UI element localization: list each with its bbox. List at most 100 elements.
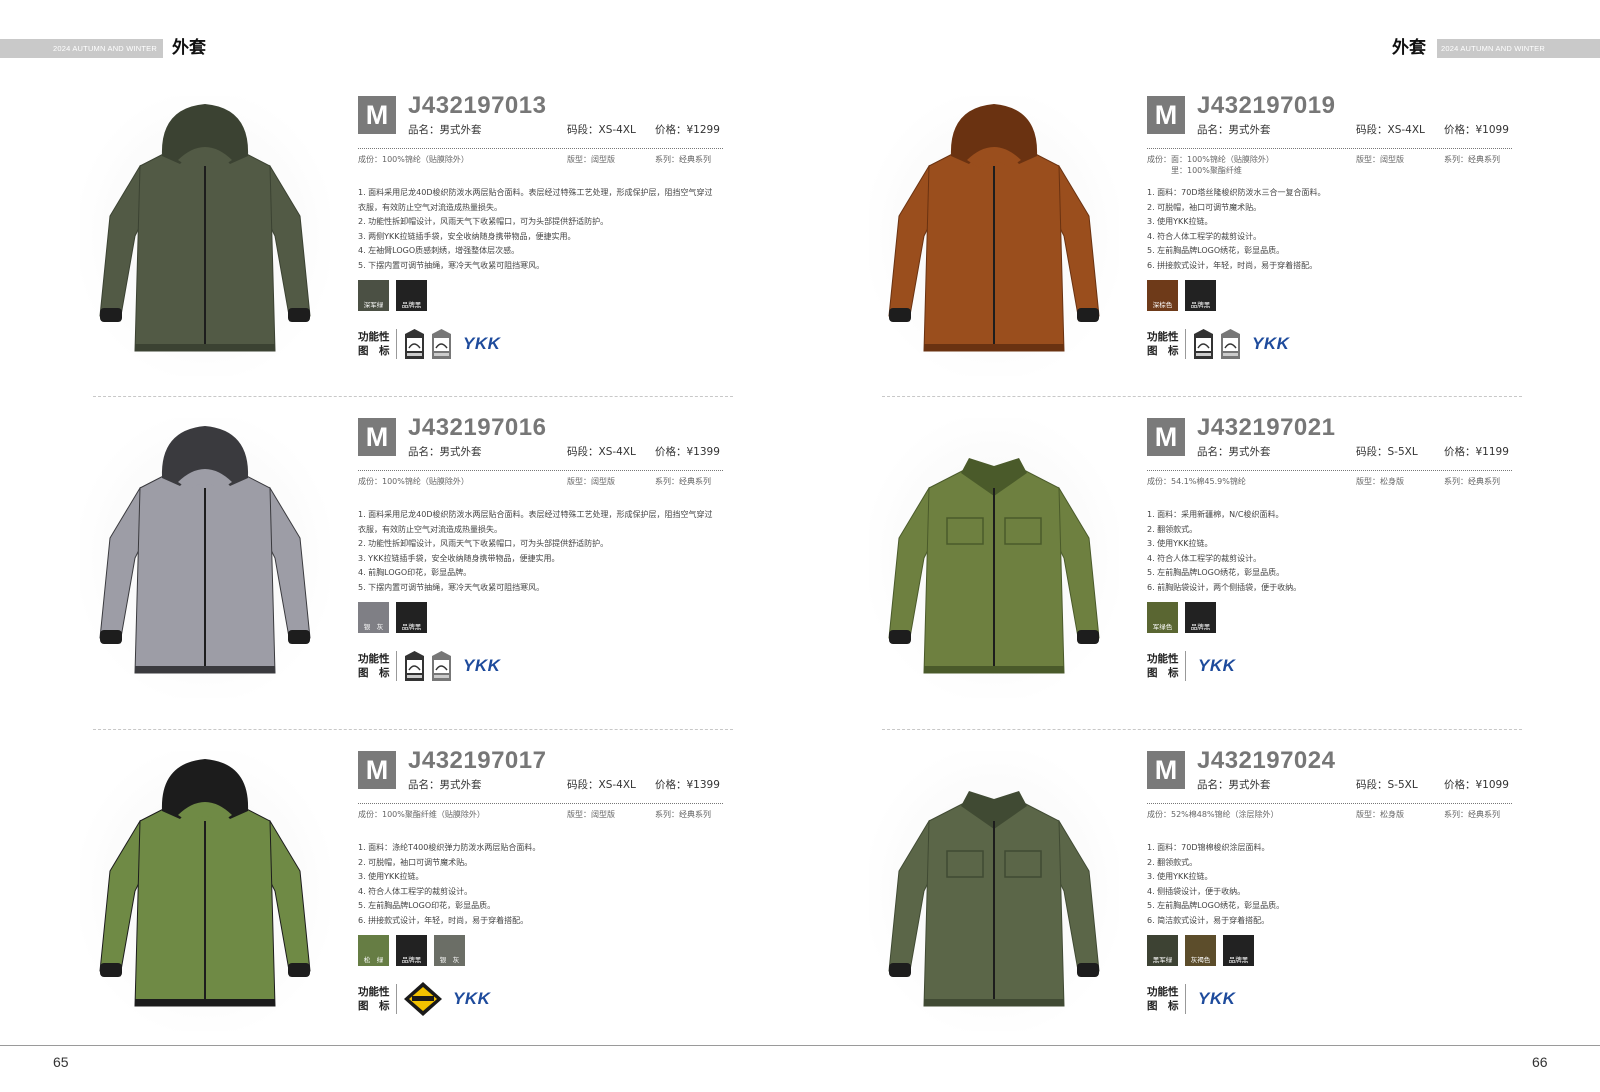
size-range: 码段：S-5XL xyxy=(1356,779,1418,791)
feature-item: 4. 符合人体工程学的裁剪设计。 xyxy=(1147,231,1262,241)
product-divider xyxy=(93,729,733,730)
feature-item: 2. 翻领款式。 xyxy=(1147,857,1198,867)
function-icons-row: 功能性图 标 YKK xyxy=(358,326,500,362)
function-icons-row: 功能性图 标 YKK xyxy=(1147,648,1235,684)
product-photo[interactable] xyxy=(80,418,330,698)
product-price: 价格：¥1399 xyxy=(655,779,720,791)
color-swatch[interactable]: 松 绿 xyxy=(358,935,389,966)
feature-item: 2. 功能性拆卸帽设计，风雨天气下收紧帽口，可为头部提供舒适防护。 xyxy=(358,539,609,548)
windproof-tag-icon xyxy=(1192,328,1215,360)
product-divider xyxy=(882,396,1522,397)
color-swatch[interactable]: 品牌黑 xyxy=(1185,602,1216,633)
catalog-page-right: 外套 2024 AUTUMN AND WINTER M J432197019 品名：… xyxy=(800,0,1600,1092)
spec-divider xyxy=(358,470,723,471)
size-range: 码段：XS-4XL xyxy=(567,124,636,136)
ykk-logo: YKK xyxy=(453,989,491,1008)
product-code: J432197013 xyxy=(408,92,547,119)
function-label-line: 图 标 xyxy=(1147,1000,1179,1012)
color-swatch[interactable]: 品牌黑 xyxy=(1223,935,1254,966)
windproof-tag-icon xyxy=(403,650,426,682)
product-photo[interactable] xyxy=(80,96,330,376)
feature-item: 2. 功能性拆卸帽设计，风雨天气下收紧帽口，可为头部提供舒适防护。 xyxy=(358,217,609,226)
product-price: 价格：¥1399 xyxy=(655,446,720,458)
color-swatch[interactable]: 灰褐色 xyxy=(1185,935,1216,966)
product-price: 价格：¥1199 xyxy=(1444,446,1509,458)
size-range: 码段：S-5XL xyxy=(1356,446,1418,458)
color-swatch[interactable]: 军绿色 xyxy=(1147,602,1178,633)
color-swatch[interactable]: 黑军绿 xyxy=(1147,935,1178,966)
ykk-logo: YKK xyxy=(1198,656,1236,675)
color-swatch[interactable]: 品牌黑 xyxy=(396,935,427,966)
feature-list: 1. 面料：70D锦棉梭织涂层面料。 2. 翻领款式。 3. 使用YKK拉链。 4. … xyxy=(1147,841,1517,928)
composition: 成份：100%锦纶（贴膜除外） xyxy=(358,476,469,487)
color-swatch[interactable]: 深棕色 xyxy=(1147,280,1178,311)
color-swatch[interactable]: 深军绿 xyxy=(358,280,389,311)
gender-badge: M xyxy=(1147,418,1185,456)
composition: 成份：100%聚酯纤维（贴膜除外） xyxy=(358,809,485,820)
product-name: 品名：男式外套 xyxy=(408,124,482,136)
composition-line: 成份：100%聚酯纤维（贴膜除外） xyxy=(358,810,485,819)
feature-list: 1. 面料采用尼龙40D梭织防泼水两层贴合面料。表层经过特殊工艺处理，形成保护层… xyxy=(358,508,728,595)
feature-item: 1. 面料：70D锦棉梭织涂层面料。 xyxy=(1147,843,1270,852)
feature-item: 4. 前胸LOGO印花，彰显品牌。 xyxy=(358,568,472,577)
product-price: 价格：¥1299 xyxy=(655,124,720,136)
function-label-line: 功能性 xyxy=(358,331,390,343)
feature-list: 1. 面料采用尼龙40D梭织防泼水两层贴合面料。表层经过特殊工艺处理，形成保护层… xyxy=(358,186,728,273)
function-icons: YKK xyxy=(396,329,500,359)
function-label: 功能性图 标 xyxy=(358,985,396,1013)
product-divider xyxy=(93,396,733,397)
feature-item: 4. 符合人体工程学的裁剪设计。 xyxy=(1147,553,1262,563)
product-photo[interactable] xyxy=(869,418,1119,698)
footer-rule xyxy=(800,1045,1600,1046)
function-icons: YKK xyxy=(1185,651,1235,681)
gender-badge: M xyxy=(1147,96,1185,134)
product-name: 品名：男式外套 xyxy=(408,446,482,458)
feature-item: 3. 使用YKK拉链。 xyxy=(1147,217,1213,226)
feature-item: 1. 面料采用尼龙40D梭织防泼水两层贴合面料。表层经过特殊工艺处理，形成保护层… xyxy=(358,188,713,197)
feature-item: 1. 面料：采用新疆棉，N/C梭织面料。 xyxy=(1147,510,1284,519)
spec-divider xyxy=(358,148,723,149)
footer-rule xyxy=(0,1045,800,1046)
function-label-line: 功能性 xyxy=(1147,986,1179,998)
gender-badge: M xyxy=(358,418,396,456)
feature-item: 1. 面料：涤纶T400梭织弹力防泼水两层贴合面料。 xyxy=(358,843,541,852)
season-band: 2024 AUTUMN AND WINTER xyxy=(1437,39,1600,58)
product-photo[interactable] xyxy=(869,96,1119,376)
feature-item: 5. 左前胸品牌LOGO绣花，彰显品质。 xyxy=(1147,568,1285,577)
feature-item: 3. 使用YKK拉链。 xyxy=(358,872,424,881)
gender-badge: M xyxy=(358,96,396,134)
function-icons: YKK xyxy=(1185,329,1289,359)
color-swatch[interactable]: 品牌黑 xyxy=(1185,280,1216,311)
product-card: M J432197013 品名：男式外套 码段：XS-4XL 价格：¥1299 成份：10… xyxy=(0,92,800,426)
feature-item: 4. 左袖臂LOGO质感刺绣，增强整体层次感。 xyxy=(358,246,520,255)
product-photo[interactable] xyxy=(80,751,330,1031)
section-title: 外套 xyxy=(172,38,206,58)
season-band: 2024 AUTUMN AND WINTER xyxy=(0,39,163,58)
feature-item: 5. 左前胸品牌LOGO绣花，彰显品质。 xyxy=(1147,901,1285,910)
color-swatch[interactable]: 品牌黑 xyxy=(396,280,427,311)
color-swatches: 松 绿品牌黑银 灰 xyxy=(358,935,465,967)
feature-item: 4. 侧插袋设计，便于收纳。 xyxy=(1147,886,1246,896)
function-label-line: 功能性 xyxy=(358,653,390,665)
function-label-line: 图 标 xyxy=(1147,345,1179,357)
feature-item: 3. 两侧YKK拉链插手袋，安全收纳随身携带物品，便捷实用。 xyxy=(358,231,576,241)
product-photo[interactable] xyxy=(869,751,1119,1031)
composition: 成份：52%棉48%锦纶（涂层除外） xyxy=(1147,809,1279,820)
color-swatches: 深棕色 品牌黑 xyxy=(1147,280,1216,312)
feature-item: 5. 下摆内置可调节抽绳，寒冷天气收紧可阻挡寒风。 xyxy=(358,582,545,592)
feature-item: 5. 下摆内置可调节抽绳，寒冷天气收紧可阻挡寒风。 xyxy=(358,260,545,270)
color-swatches: 深军绿 品牌黑 xyxy=(358,280,427,312)
product-name: 品名：男式外套 xyxy=(1197,124,1271,136)
catalog-page-left: 2024 AUTUMN AND WINTER 外套 M J432197013 品名：… xyxy=(0,0,800,1092)
product-code: J432197017 xyxy=(408,747,547,774)
color-swatch[interactable]: 银 灰 xyxy=(434,935,465,966)
product-card: M J432197021 品名：男式外套 码段：S-5XL 价格：¥1199 成份：54.… xyxy=(800,396,1600,748)
section-title: 外套 xyxy=(1392,38,1426,58)
function-icons: YKK xyxy=(396,651,500,681)
feature-item: 2. 可脱帽，袖口可调节魔术贴。 xyxy=(1147,202,1262,212)
product-card: M J432197017 品名：男式外套 码段：XS-4XL 价格：¥1399 成份：10… xyxy=(0,729,800,1081)
fit-type: 版型：松身版 xyxy=(1356,810,1404,819)
function-label-line: 功能性 xyxy=(358,986,390,998)
color-swatch[interactable]: 品牌黑 xyxy=(396,602,427,633)
color-swatch[interactable]: 银 灰 xyxy=(358,602,389,633)
